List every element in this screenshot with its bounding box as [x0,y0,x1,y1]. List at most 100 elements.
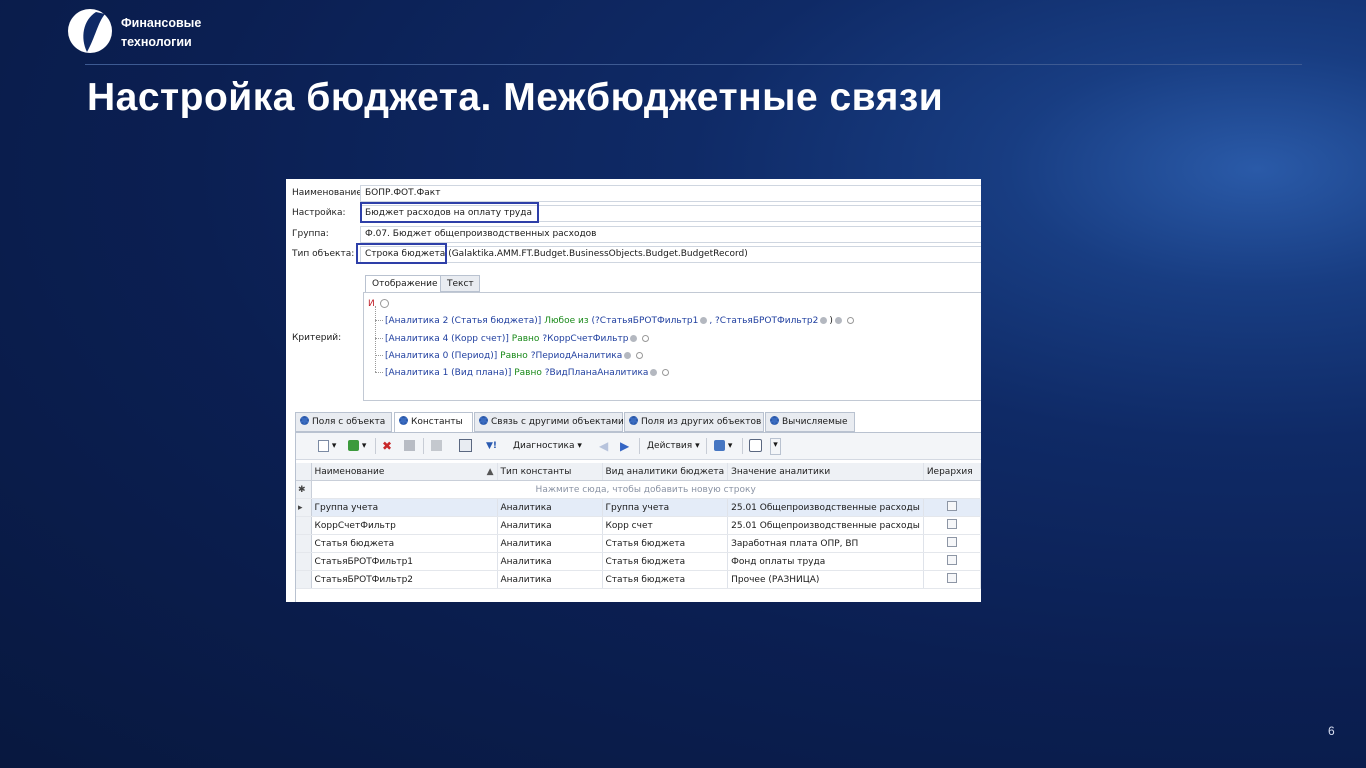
add-param-icon[interactable] [834,317,842,324]
add-condition-icon[interactable] [379,299,389,308]
new-row[interactable]: ✱ Нажмите сюда, чтобы добавить новую стр… [296,480,981,499]
table-row[interactable]: ▸ Группа учета Аналитика Группа учета 25… [296,498,981,517]
cell-hierarchy[interactable] [923,534,981,553]
cell-name[interactable]: Группа учета [311,498,498,517]
remove-condition-icon[interactable] [642,335,650,342]
cell-analytics-kind[interactable]: Корр счет [602,516,729,535]
param-icon[interactable] [650,369,658,376]
condition-param[interactable]: ?ПериодАналитика [531,351,623,361]
cell-analytics-value[interactable]: Фонд оплаты труда [727,552,924,571]
condition-operator[interactable]: Любое из [544,316,588,326]
settings-button[interactable] [749,439,762,453]
tab-display[interactable]: Отображение [365,275,441,293]
hierarchy-checkbox[interactable] [946,501,957,511]
condition-param[interactable]: (?СтатьяБРОТФильтр1 [592,316,699,326]
remove-condition-icon[interactable] [846,317,854,324]
cell-analytics-kind[interactable]: Статья бюджета [602,552,729,571]
copy-button[interactable] [431,439,442,453]
cell-analytics-value[interactable]: 25.01 Общепроизводственные расходы [727,498,924,517]
col-analytics-value-header[interactable]: Значение аналитики [727,463,924,481]
cell-hierarchy[interactable] [923,516,981,535]
param-icon[interactable] [630,335,638,342]
criteria-condition[interactable]: [Аналитика 1 (Вид плана)] Равно ?ВидПлан… [385,368,670,378]
row-indicator [296,516,312,535]
remove-condition-icon[interactable] [636,352,644,359]
cell-type[interactable]: Аналитика [497,570,603,589]
cell-hierarchy[interactable] [923,498,981,517]
criteria-editor[interactable]: И [363,292,981,401]
cell-analytics-value[interactable]: Прочее (РАЗНИЦА) [727,570,924,589]
criteria-root[interactable]: И [368,299,391,309]
new-record-button[interactable]: ▾ [318,439,336,453]
cell-name[interactable]: СтатьяБРОТФильтр1 [311,552,498,571]
cell-hierarchy[interactable] [923,570,981,589]
table-row[interactable]: Статья бюджета Аналитика Статья бюджета … [296,534,981,553]
condition-field[interactable]: [Аналитика 4 (Корр счет)] [385,334,509,344]
condition-field[interactable]: [Аналитика 0 (Период)] [385,351,497,361]
tab-object-fields[interactable]: Поля с объекта [295,412,392,432]
table-row[interactable]: КоррСчетФильтр Аналитика Корр счет 25.01… [296,516,981,535]
condition-field[interactable]: [Аналитика 1 (Вид плана)] [385,368,511,378]
cell-type[interactable]: Аналитика [497,552,603,571]
col-hierarchy-header[interactable]: Иерархия [923,463,981,481]
group-field[interactable]: Ф.07. Бюджет общепроизводственных расход… [360,226,981,243]
cell-analytics-value[interactable]: Заработная плата ОПР, ВП [727,534,924,553]
cell-name[interactable]: Статья бюджета [311,534,498,553]
condition-param[interactable]: ?ВидПланаАналитика [545,368,649,378]
condition-close: ) [829,316,833,326]
toolbar-overflow[interactable]: ▾ [770,438,781,455]
col-name-header[interactable]: Наименование ▲ [311,463,498,481]
cell-analytics-kind[interactable]: Группа учета [602,498,729,517]
new-row-hint[interactable]: Нажмите сюда, чтобы добавить новую строк… [311,480,981,499]
tab-links-to-objects[interactable]: Связь с другими объектами [474,412,624,432]
cell-name[interactable]: КоррСчетФильтр [311,516,498,535]
forward-button[interactable]: ▶ [620,439,629,453]
filter-button[interactable]: ▼! [486,439,497,453]
tab-text[interactable]: Текст [440,275,480,292]
back-button[interactable]: ◀ [599,439,608,453]
object-type-field[interactable]: Строка бюджета (Galaktika.AMM.FT.Budget.… [360,246,981,263]
export-button[interactable]: ▾ [714,439,732,453]
col-analytics-kind-header[interactable]: Вид аналитики бюджета [602,463,729,481]
tab-fields-from-objects[interactable]: Поля из других объектов [624,412,764,432]
remove-condition-icon[interactable] [662,369,670,376]
actions-menu[interactable]: Действия ▾ [647,439,700,453]
save-button[interactable] [404,439,415,453]
cell-type[interactable]: Аналитика [497,516,603,535]
cell-analytics-value[interactable]: 25.01 Общепроизводственные расходы [727,516,924,535]
cell-analytics-kind[interactable]: Статья бюджета [602,570,729,589]
condition-operator[interactable]: Равно [512,334,540,344]
param-icon[interactable] [820,317,828,324]
tab-calculated[interactable]: Вычисляемые [765,412,855,432]
table-row[interactable]: СтатьяБРОТФильтр1 Аналитика Статья бюдже… [296,552,981,571]
save-icon [404,440,415,451]
print-button[interactable] [459,439,472,453]
cell-hierarchy[interactable] [923,552,981,571]
hierarchy-checkbox[interactable] [946,537,957,547]
name-field[interactable]: БОПР.ФОТ.Факт [360,185,981,202]
diagnostics-menu[interactable]: Диагностика ▾ [513,439,582,453]
hierarchy-checkbox[interactable] [946,519,957,529]
cell-name[interactable]: СтатьяБРОТФильтр2 [311,570,498,589]
condition-field[interactable]: [Аналитика 2 (Статья бюджета)] [385,316,541,326]
cell-type[interactable]: Аналитика [497,534,603,553]
criteria-condition[interactable]: [Аналитика 2 (Статья бюджета)] Любое из … [385,316,854,326]
hierarchy-checkbox[interactable] [946,555,957,565]
criteria-condition[interactable]: [Аналитика 4 (Корр счет)] Равно ?КоррСче… [385,334,650,344]
add-copy-button[interactable]: ▾ [348,439,366,453]
param-icon[interactable] [624,352,632,359]
col-type-header[interactable]: Тип константы [497,463,603,481]
condition-param[interactable]: , ?СтатьяБРОТФильтр2 [709,316,818,326]
cell-type[interactable]: Аналитика [497,498,603,517]
condition-operator[interactable]: Равно [500,351,528,361]
criteria-condition[interactable]: [Аналитика 0 (Период)] Равно ?ПериодАнал… [385,351,644,361]
delete-button[interactable]: ✖ [382,439,392,453]
tab-constants[interactable]: Константы [394,412,473,433]
condition-operator[interactable]: Равно [514,368,542,378]
hierarchy-checkbox[interactable] [946,573,957,583]
group-row: Группа: Ф.07. Бюджет общепроизводственны… [286,225,981,243]
table-row[interactable]: СтатьяБРОТФильтр2 Аналитика Статья бюдже… [296,570,981,589]
condition-param[interactable]: ?КоррСчетФильтр [542,334,628,344]
cell-analytics-kind[interactable]: Статья бюджета [602,534,729,553]
param-icon[interactable] [700,317,708,324]
